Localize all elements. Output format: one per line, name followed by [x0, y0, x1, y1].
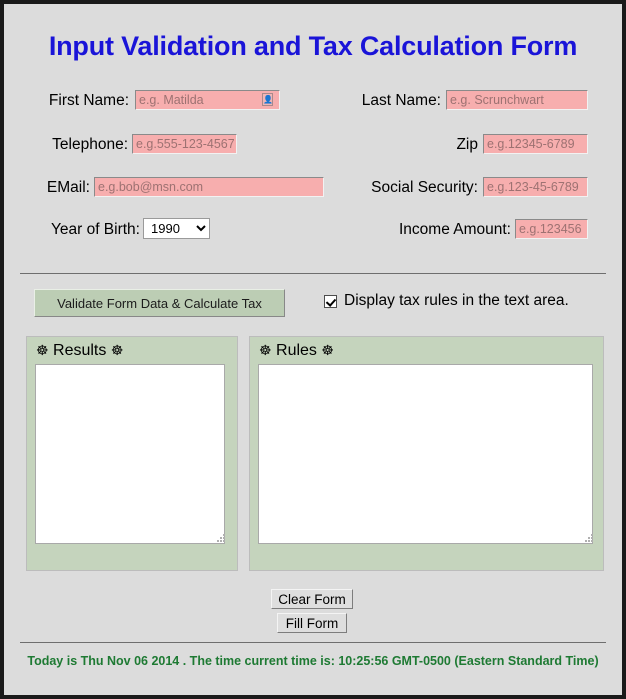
section-divider-top — [20, 273, 606, 274]
email-input[interactable] — [94, 177, 324, 197]
field-row-year-of-birth: Year of Birth: — [4, 219, 140, 241]
last-name-input[interactable] — [446, 90, 588, 110]
income-amount-input[interactable] — [515, 219, 588, 239]
zip-input[interactable] — [483, 134, 588, 154]
zip-label: Zip — [456, 136, 478, 153]
field-row-social-security: Social Security: — [354, 177, 478, 199]
dharma-wheel-icon-left: ☸ — [259, 342, 272, 358]
field-row-telephone: Telephone: — [4, 134, 128, 156]
income-amount-label: Income Amount: — [398, 221, 511, 238]
telephone-label: Telephone: — [52, 136, 128, 153]
display-tax-rules-checkbox-row[interactable]: Display tax rules in the text area. — [324, 290, 569, 312]
field-row-income-amount: Income Amount: — [354, 219, 511, 241]
rules-textarea[interactable] — [258, 364, 593, 544]
field-row-last-name: Last Name: — [314, 90, 441, 112]
rules-panel-title-text: Rules — [276, 342, 317, 359]
year-of-birth-label: Year of Birth: — [50, 221, 140, 238]
social-security-label: Social Security: — [371, 179, 478, 196]
status-timestamp: Today is Thu Nov 06 2014 . The time curr… — [27, 654, 599, 668]
rules-panel-title: ☸ Rules ☸ — [259, 342, 334, 360]
rules-panel: ☸ Rules ☸ — [249, 336, 604, 571]
fill-form-button[interactable]: Fill Form — [277, 613, 347, 633]
results-panel-title-text: Results — [53, 342, 107, 359]
telephone-input[interactable] — [132, 134, 237, 154]
field-row-email: EMail: — [4, 177, 90, 199]
social-security-input[interactable] — [483, 177, 588, 197]
dharma-wheel-icon-right: ☸ — [110, 342, 124, 358]
field-row-zip: Zip — [354, 134, 478, 156]
page-title: Input Validation and Tax Calculation For… — [48, 31, 578, 61]
results-panel-title: ☸ Results ☸ — [36, 342, 123, 360]
dharma-wheel-icon-left: ☸ — [36, 342, 49, 358]
page-body: Input Validation and Tax Calculation For… — [4, 4, 622, 695]
results-panel: ☸ Results ☸ — [26, 336, 238, 571]
first-name-input[interactable] — [135, 90, 280, 110]
section-divider-bottom — [20, 642, 606, 643]
year-of-birth-select[interactable]: 1990 — [143, 218, 210, 239]
display-tax-rules-label: Display tax rules in the text area. — [344, 292, 569, 309]
email-label: EMail: — [46, 179, 90, 196]
contact-card-icon[interactable]: 👤 — [262, 93, 273, 106]
last-name-label: Last Name: — [361, 92, 441, 109]
dharma-wheel-icon-right: ☸ — [321, 342, 334, 358]
first-name-label: First Name: — [48, 92, 129, 109]
display-tax-rules-checkbox[interactable] — [324, 294, 337, 308]
results-textarea[interactable] — [35, 364, 225, 544]
clear-form-button[interactable]: Clear Form — [271, 589, 353, 609]
field-row-first-name: First Name: — [4, 90, 129, 112]
app-window: Input Validation and Tax Calculation For… — [0, 0, 626, 699]
validate-form-button[interactable]: Validate Form Data & Calculate Tax — [34, 289, 285, 317]
